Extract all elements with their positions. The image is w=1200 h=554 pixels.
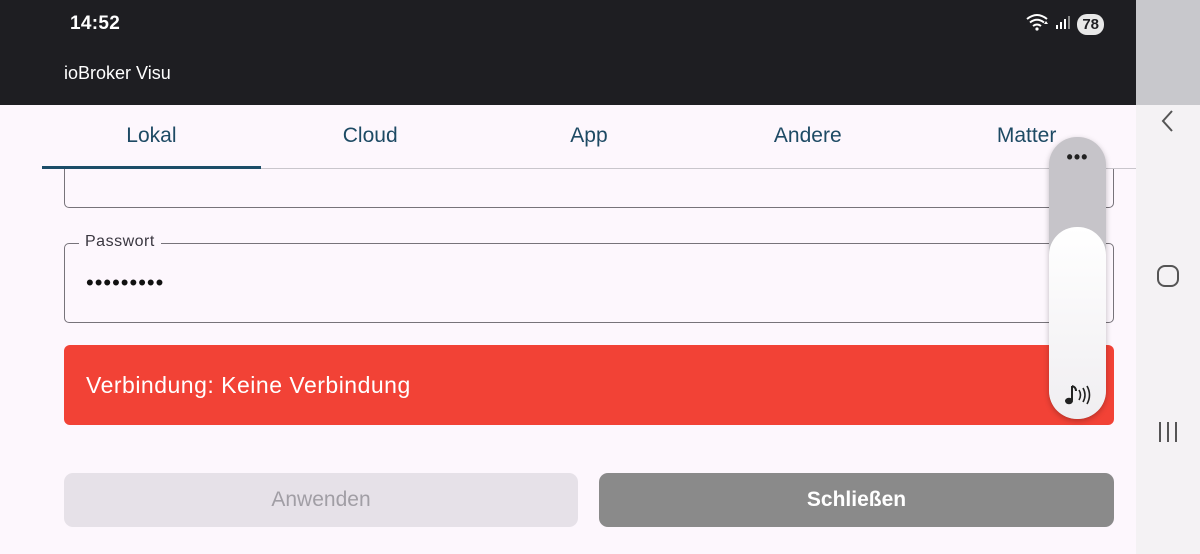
tab-lokal[interactable]: Lokal (42, 105, 261, 169)
tab-app[interactable]: App (480, 105, 699, 168)
app-header: 14:52 78 ioBroker Visu (0, 0, 1136, 105)
close-button[interactable]: Schließen (599, 473, 1114, 527)
connection-status-text: Verbindung: Keine Verbindung (86, 371, 411, 398)
volume-slider[interactable]: ••• (1049, 137, 1106, 419)
navigation-rail-header (1136, 0, 1200, 105)
more-options-icon[interactable]: ••• (1049, 147, 1106, 168)
back-button[interactable] (1136, 99, 1200, 143)
signal-icon (1055, 14, 1071, 35)
status-icons: 78 (1025, 13, 1104, 36)
recents-button[interactable] (1136, 410, 1200, 454)
wifi-icon (1025, 13, 1049, 36)
password-value: ••••••••• (86, 270, 165, 295)
home-icon (1157, 265, 1179, 287)
connection-tabs: Lokal Cloud App Andere Matter (42, 105, 1136, 169)
home-button[interactable] (1136, 254, 1200, 298)
connection-status-banner: Verbindung: Keine Verbindung (64, 345, 1114, 425)
password-field[interactable]: Passwort ••••••••• (64, 233, 1114, 323)
status-time: 14:52 (70, 13, 121, 34)
navigation-rail (1136, 0, 1200, 554)
tab-andere[interactable]: Andere (698, 105, 917, 168)
password-label: Passwort (79, 233, 161, 251)
music-volume-icon (1049, 383, 1106, 407)
apply-button[interactable]: Anwenden (64, 473, 578, 527)
recents-icon (1159, 422, 1177, 442)
app-title: ioBroker Visu (64, 63, 171, 83)
back-icon (1161, 110, 1173, 132)
tab-cloud[interactable]: Cloud (261, 105, 480, 168)
battery-icon: 78 (1077, 14, 1104, 35)
